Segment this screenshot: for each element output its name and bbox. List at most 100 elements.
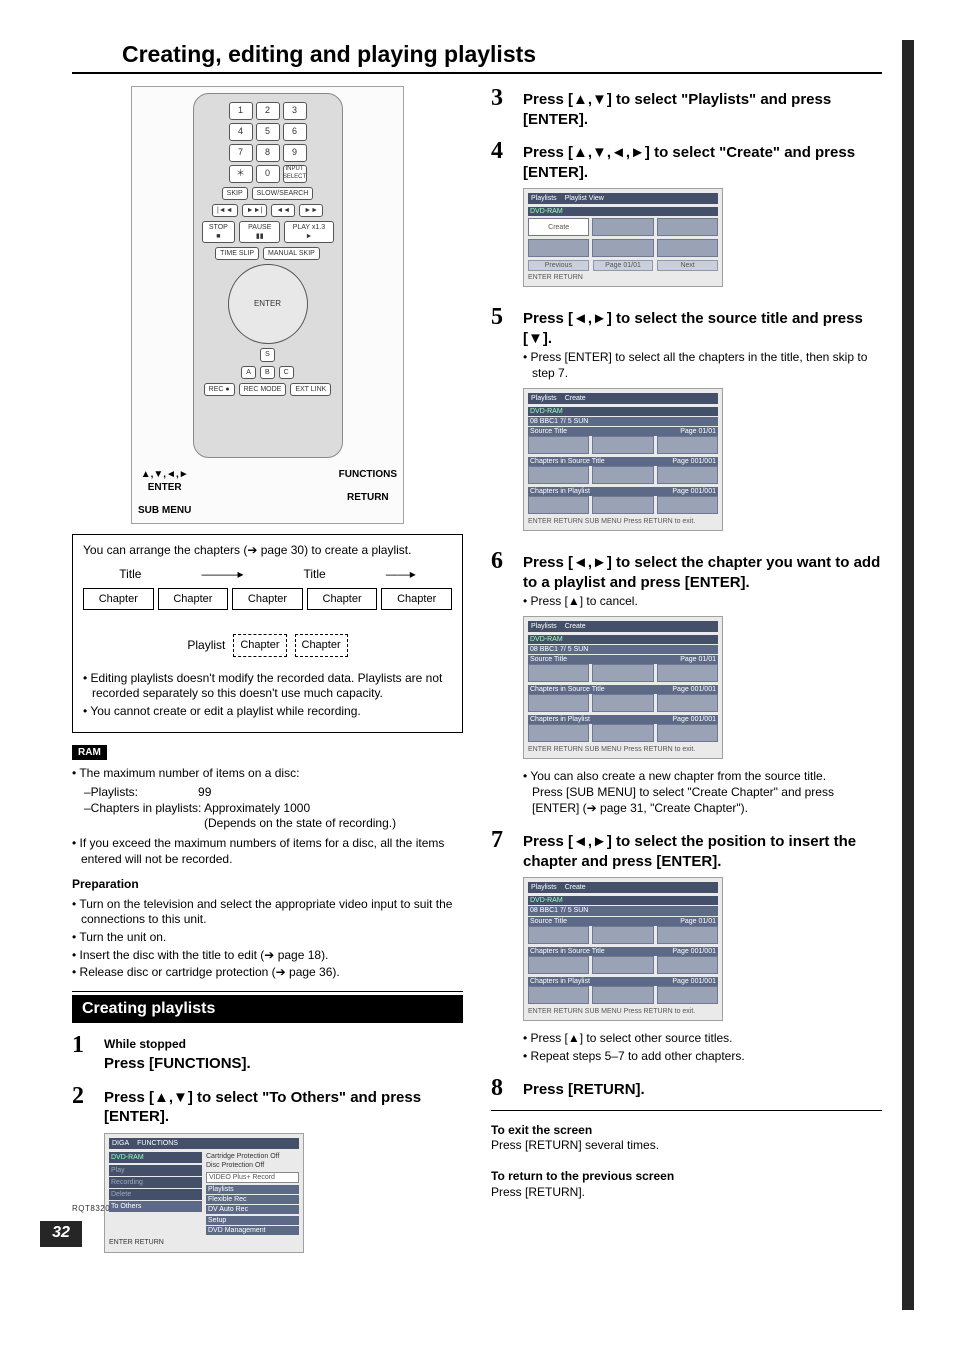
remote-skip-row: SKIP SLOW/SEARCH (222, 187, 314, 200)
step-1: 1 While stopped Press [FUNCTIONS]. (72, 1033, 463, 1075)
exit-t1: Press [RETURN] several times. (491, 1138, 882, 1154)
exit-t2: Press [RETURN]. (491, 1185, 882, 1201)
osd5-page: Page 01/01 (680, 427, 716, 436)
remote-control-figure: 1 2 3 4 5 6 7 8 9 ＊ 0 INPUT SELECT SKIP … (131, 86, 404, 524)
step-7-num: 7 (491, 828, 513, 1068)
step-3-lead: Press [▲,▼] to select "Playlists" and pr… (523, 90, 882, 129)
chapter-3: Chapter (232, 588, 303, 610)
osd2-left-0: Play (109, 1165, 202, 1176)
key-6: 6 (283, 123, 307, 141)
key-2: 2 (256, 102, 280, 120)
osd2-right-5: DVD Management (206, 1226, 299, 1235)
recmode-key: REC MODE (239, 383, 287, 396)
playlist-row: Playlist Chapter Chapter (83, 634, 452, 656)
osd-step4: Playlists Playlist View DVD-RAM Create P… (523, 188, 723, 287)
preparation-list: Turn on the television and select the ap… (72, 897, 463, 981)
ram-pl-label: –Playlists: (84, 785, 138, 801)
prep-2: Turn the unit on. (72, 930, 463, 946)
pause-btn: PAUSE ▮▮ (239, 221, 280, 243)
chapter-4: Chapter (307, 588, 378, 610)
osd4-next: Next (657, 260, 718, 271)
step-4: 4 Press [▲,▼,◄,►] to select "Create" and… (491, 139, 882, 297)
osd2-right-4: Setup (206, 1216, 299, 1225)
osd4-cell (592, 239, 653, 257)
step-4-num: 4 (491, 139, 513, 297)
box-bullet-2: You cannot create or edit a playlist whi… (83, 704, 452, 720)
osd6-meta: 08 BBC1 7/ 5 SUN (528, 645, 718, 654)
page-title-bar: Creating, editing and playing playlists (72, 40, 882, 74)
key-7: 7 (229, 144, 253, 162)
step-6-bullet: Press [▲] to cancel. (523, 594, 882, 610)
step-6: 6 Press [◄,►] to select the chapter you … (491, 549, 882, 820)
box-intro-text: You can arrange the chapters (➔ page 30)… (83, 543, 452, 559)
osd6-h3: Create (565, 622, 586, 631)
osd2-left-1: Recording (109, 1177, 202, 1188)
functions-callout: FUNCTIONS (339, 469, 397, 480)
key-4: 4 (229, 123, 253, 141)
osd2-disc: DVD-RAM (109, 1152, 202, 1163)
osd4-hint: ENTER RETURN (528, 273, 718, 282)
chapter-diagram-box: You can arrange the chapters (➔ page 30)… (72, 534, 463, 733)
step-3-num: 3 (491, 86, 513, 131)
step-7: 7 Press [◄,►] to select the position to … (491, 828, 882, 1068)
step-7-bullet-2: Repeat steps 5–7 to add other chapters. (523, 1049, 882, 1065)
step-1-pre: While stopped (104, 1037, 463, 1053)
osd2-title: FUNCTIONS (137, 1139, 178, 1148)
pl-chapter-2: Chapter (295, 634, 348, 656)
osd5-h3: Create (565, 394, 586, 403)
key-8: 8 (256, 144, 280, 162)
osd6-h2: DVD-RAM (528, 635, 718, 644)
remote-rec-row: REC ● REC MODE EXT LINK (204, 383, 332, 396)
box-bullets: Editing playlists doesn't modify the rec… (83, 671, 452, 720)
prep-4: Release disc or cartridge protection (➔ … (72, 965, 463, 981)
osd6-hint: ENTER RETURN SUB MENU Press RETURN to ex… (528, 745, 718, 754)
ram-line-1: The maximum number of items on a disc: (72, 766, 463, 782)
osd4-h2: DVD-RAM (528, 207, 718, 216)
step-4-lead: Press [▲,▼,◄,►] to select "Create" and p… (523, 143, 882, 182)
osd5-page2: Page 001/001 (672, 457, 716, 466)
stop-btn: STOP ■ (202, 221, 236, 243)
arrows-callout: ▲,▼,◄,► (141, 469, 189, 480)
step-8: 8 Press [RETURN]. (491, 1076, 882, 1102)
box-bullet-1: Editing playlists doesn't modify the rec… (83, 671, 452, 702)
step-5-bullet: Press [ENTER] to select all the chapters… (523, 350, 882, 381)
osd4-page: Page 01/01 (593, 260, 654, 271)
nav-center: ENTER (254, 299, 281, 309)
play-btn: PLAY x1.3 ► (284, 221, 333, 243)
osd5-hint: ENTER RETURN SUB MENU Press RETURN to ex… (528, 517, 718, 526)
osd4-cell (592, 218, 653, 236)
remote-below-nav: S (260, 348, 275, 361)
step-5: 5 Press [◄,►] to select the source title… (491, 305, 882, 541)
osd4-create-cell: Create (528, 218, 589, 236)
osd5-meta: 08 BBC1 7/ 5 SUN (528, 417, 718, 426)
step-3: 3 Press [▲,▼] to select "Playlists" and … (491, 86, 882, 131)
osd2-right-2: Flexible Rec (206, 1195, 299, 1204)
osd4-h3: Playlist View (565, 194, 604, 203)
submenu-callout: SUB MENU (138, 505, 191, 516)
step-6-after-1: You can also create a new chapter from t… (523, 769, 882, 816)
key-5: 5 (256, 123, 280, 141)
slow-label: SLOW/SEARCH (252, 187, 314, 200)
step-1-num: 1 (72, 1033, 94, 1075)
section-creating-playlists: Creating playlists (72, 995, 463, 1024)
osd2-right-3: DV Auto Rec (206, 1205, 299, 1214)
key-1: 1 (229, 102, 253, 120)
nav-ring: ENTER (228, 264, 308, 344)
ram-ch-note: (Depends on the state of recording.) (84, 816, 463, 832)
exit-block: To exit the screen Press [RETURN] severa… (491, 1123, 882, 1201)
step-1-lead: Press [FUNCTIONS]. (104, 1054, 463, 1074)
osd5-row3: Chapters in Playlist (530, 487, 590, 496)
step-2: 2 Press [▲,▼] to select "To Others" and … (72, 1084, 463, 1263)
osd4-cell (657, 218, 718, 236)
right-column: 3 Press [▲,▼] to select "Playlists" and … (491, 86, 882, 1271)
b-key: B (260, 366, 275, 379)
rec-key: REC ● (204, 383, 235, 396)
osd5-h2: DVD-RAM (528, 407, 718, 416)
submenu-key: S (260, 348, 275, 361)
osd-functions: DIGA FUNCTIONS DVD-RAM Play Recording De… (104, 1133, 304, 1253)
search-back: ◄◄ (271, 204, 295, 217)
step-5-num: 5 (491, 305, 513, 541)
title-label-1: Title (119, 567, 141, 583)
chapter-1: Chapter (83, 588, 154, 610)
ram-info: The maximum number of items on a disc: (72, 766, 463, 782)
